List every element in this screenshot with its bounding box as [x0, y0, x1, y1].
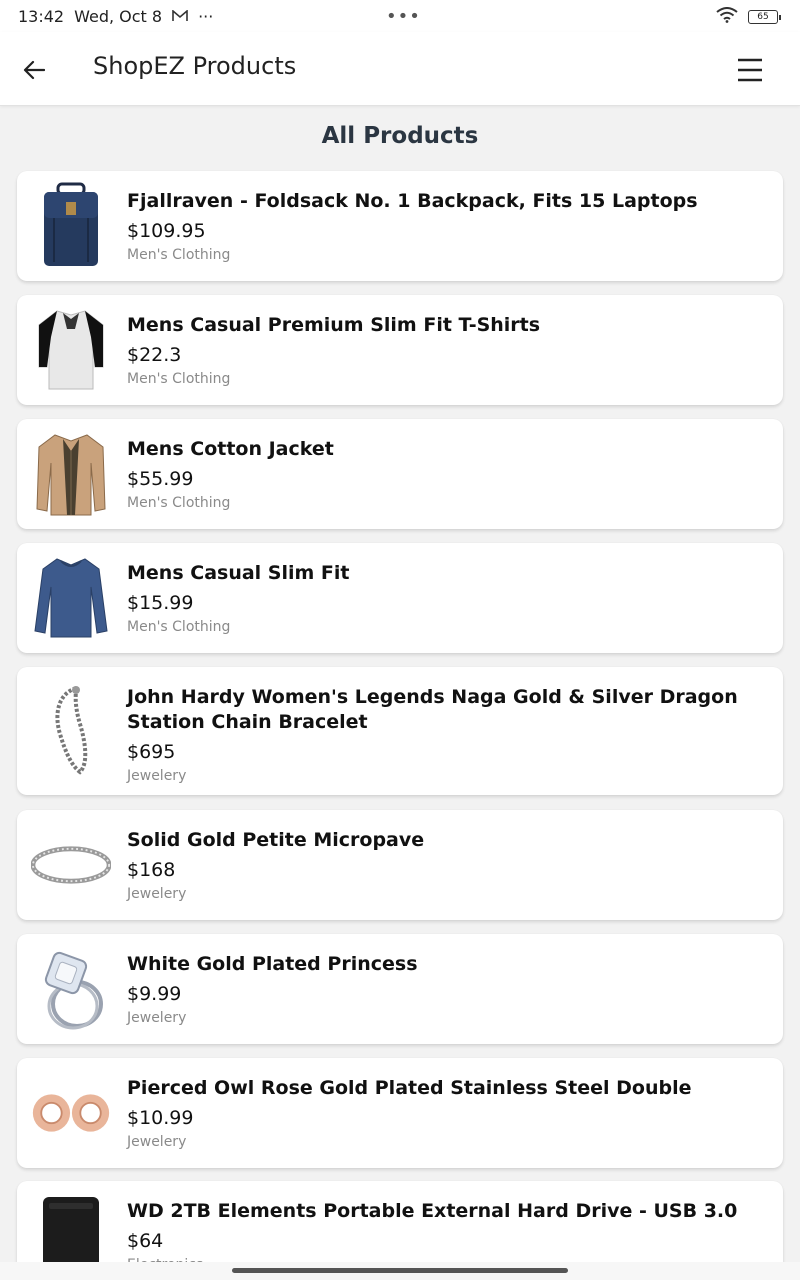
product-card[interactable]: White Gold Plated Princess $9.99 Jeweler… — [17, 934, 783, 1044]
product-price: $64 — [127, 1230, 164, 1252]
product-category: Jewelery — [127, 768, 187, 784]
product-category: Jewelery — [127, 1010, 187, 1026]
product-title: Mens Casual Premium Slim Fit T-Shirts — [127, 314, 541, 336]
home-indicator[interactable] — [232, 1268, 568, 1273]
app-title: ShopEZ Products — [93, 52, 297, 80]
back-arrow-icon — [23, 60, 45, 80]
ear-plugs-icon — [31, 1068, 111, 1158]
product-price: $10.99 — [127, 1107, 194, 1129]
product-title: WD 2TB Elements Portable External Hard D… — [127, 1200, 738, 1222]
wifi-icon — [716, 7, 738, 27]
backpack-icon — [31, 181, 111, 271]
product-price: $9.99 — [127, 983, 182, 1005]
jacket-icon — [31, 429, 111, 519]
product-card[interactable]: Fjallraven - Foldsack No. 1 Backpack, Fi… — [17, 171, 783, 281]
product-price: $695 — [127, 741, 176, 763]
status-date: Wed, Oct 8 — [74, 6, 163, 26]
chain-bracelet-icon — [31, 685, 111, 775]
ring-icon — [31, 944, 111, 1034]
product-title: Mens Cotton Jacket — [127, 438, 334, 460]
product-price: $55.99 — [127, 468, 194, 490]
product-card[interactable]: Mens Casual Slim Fit $15.99 Men's Clothi… — [17, 543, 783, 653]
product-price: $109.95 — [127, 220, 206, 242]
hamburger-menu-icon — [738, 58, 762, 82]
battery-level: 65 — [757, 12, 769, 22]
page-heading: All Products — [321, 123, 479, 149]
product-title: White Gold Plated Princess — [127, 953, 418, 975]
multitask-dots[interactable]: ••• — [386, 6, 421, 27]
status-more: ··· — [198, 6, 214, 26]
product-price: $22.3 — [127, 344, 182, 366]
status-time: 13:42 — [18, 6, 65, 26]
mail-notification-icon — [172, 7, 188, 26]
product-title: Mens Casual Slim Fit — [127, 562, 350, 584]
product-category: Jewelery — [127, 1134, 187, 1150]
product-category: Men's Clothing — [127, 371, 231, 387]
product-card[interactable]: John Hardy Women's Legends Naga Gold & S… — [17, 667, 783, 795]
battery-icon: 65 — [748, 10, 781, 24]
menu-button[interactable] — [728, 52, 772, 88]
product-title: Pierced Owl Rose Gold Plated Stainless S… — [127, 1077, 692, 1099]
product-category: Jewelery — [127, 886, 187, 902]
product-card[interactable]: Mens Casual Premium Slim Fit T-Shirts $2… — [17, 295, 783, 405]
status-bar: 13:42 Wed, Oct 8 ··· ••• 65 — [0, 0, 800, 32]
longsleeve-shirt-icon — [31, 553, 111, 643]
product-category: Men's Clothing — [127, 247, 231, 263]
product-title: Solid Gold Petite Micropave — [127, 829, 425, 851]
tshirt-icon — [31, 305, 111, 395]
bangle-icon — [31, 820, 111, 910]
back-button[interactable] — [14, 50, 54, 90]
product-card[interactable]: Pierced Owl Rose Gold Plated Stainless S… — [17, 1058, 783, 1168]
product-price: $168 — [127, 859, 176, 881]
product-price: $15.99 — [127, 592, 194, 614]
app-bar: ShopEZ Products — [0, 32, 800, 106]
product-card[interactable]: Mens Cotton Jacket $55.99 Men's Clothing — [17, 419, 783, 529]
product-title: Fjallraven - Foldsack No. 1 Backpack, Fi… — [127, 190, 698, 212]
product-category: Men's Clothing — [127, 495, 231, 511]
product-card[interactable]: Solid Gold Petite Micropave $168 Jeweler… — [17, 810, 783, 920]
product-title: John Hardy Women's Legends Naga Gold & S… — [127, 686, 738, 733]
product-category: Men's Clothing — [127, 619, 231, 635]
